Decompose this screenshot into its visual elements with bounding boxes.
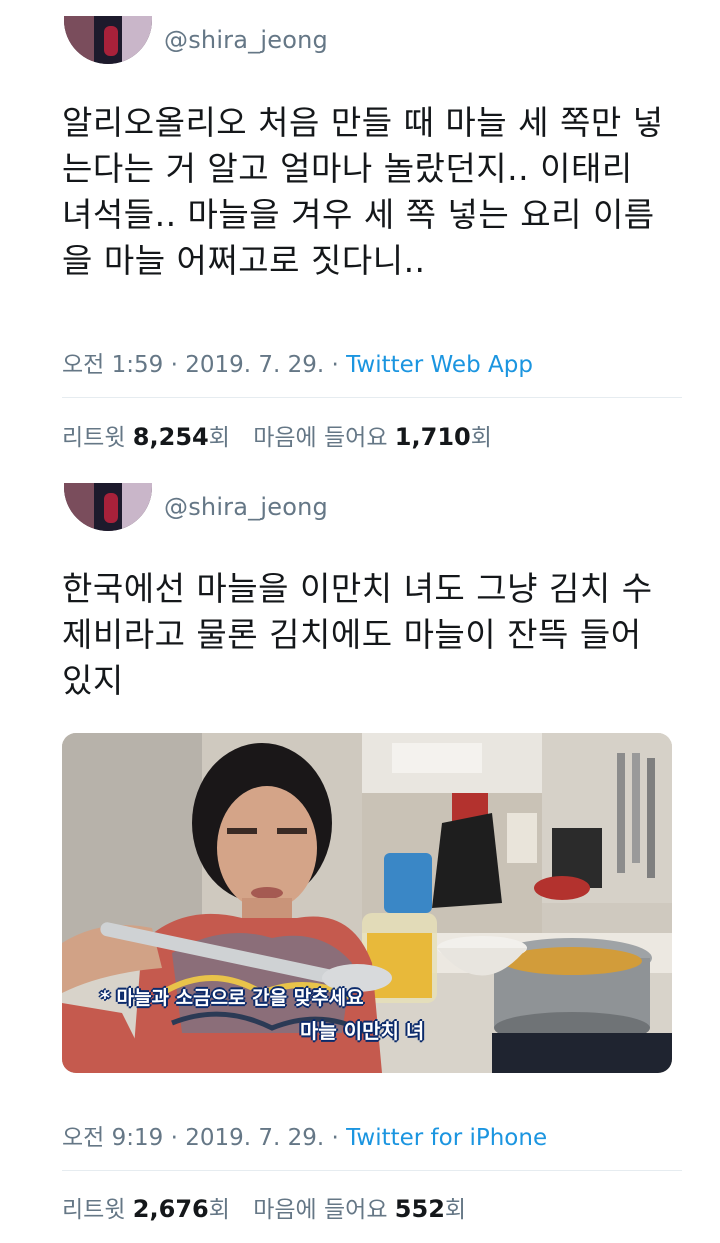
avatar[interactable] — [64, 483, 152, 531]
tweet-timestamp[interactable]: 오전 1:59 · 2019. 7. 29. · — [62, 352, 346, 378]
like-count[interactable]: 1,710 — [395, 423, 471, 451]
tweet-stats: 리트윗 2,676회 마음에 들어요 552회 — [62, 1190, 466, 1224]
retweet-count[interactable]: 8,254 — [133, 423, 209, 451]
tweet-timestamp[interactable]: 오전 9:19 · 2019. 7. 29. · — [62, 1125, 346, 1151]
tweet-meta: 오전 9:19 · 2019. 7. 29. · Twitter for iPh… — [62, 1118, 547, 1152]
tweet-text: 한국에선 마늘을 이만치 녀도 그냥 김치 수 제비라고 물론 김치에도 마늘이… — [62, 569, 653, 700]
retweet-count[interactable]: 2,676 — [133, 1195, 209, 1223]
like-label: 마음에 들어요 — [253, 1197, 388, 1223]
tweet-author[interactable]: @shira_jeong — [64, 483, 328, 531]
user-handle[interactable]: @shira_jeong — [164, 26, 328, 54]
avatar[interactable] — [64, 16, 152, 64]
like-suffix: 회 — [444, 1197, 467, 1223]
like-count[interactable]: 552 — [395, 1195, 445, 1223]
tweet-media-image[interactable]: * 마늘과 소금으로 간을 맞추세요 마늘 이만치 녀 — [62, 733, 672, 1073]
divider — [62, 1170, 682, 1171]
video-subtitle: 마늘 이만치 녀 — [300, 1019, 425, 1043]
tweet-stats: 리트윗 8,254회 마음에 들어요 1,710회 — [62, 418, 492, 452]
tweet-author[interactable]: @shira_jeong — [64, 16, 328, 64]
tweet-text: 알리오올리오 처음 만들 때 마늘 세 쪽만 넣 는다는 거 알고 얼마나 놀랐… — [62, 103, 664, 280]
user-handle[interactable]: @shira_jeong — [164, 493, 328, 521]
divider — [62, 397, 682, 398]
retweet-label: 리트윗 — [62, 1197, 126, 1223]
retweet-label: 리트윗 — [62, 425, 126, 451]
retweet-suffix: 회 — [208, 425, 230, 451]
like-label: 마음에 들어요 — [253, 425, 388, 451]
tweet-meta: 오전 1:59 · 2019. 7. 29. · Twitter Web App — [62, 345, 533, 379]
video-subtitle: * 마늘과 소금으로 간을 맞추세요 — [100, 987, 364, 1009]
like-suffix: 회 — [470, 425, 492, 451]
tweet-source-link[interactable]: Twitter Web App — [346, 352, 533, 378]
tweet-source-link[interactable]: Twitter for iPhone — [346, 1125, 547, 1151]
retweet-suffix: 회 — [208, 1197, 230, 1223]
